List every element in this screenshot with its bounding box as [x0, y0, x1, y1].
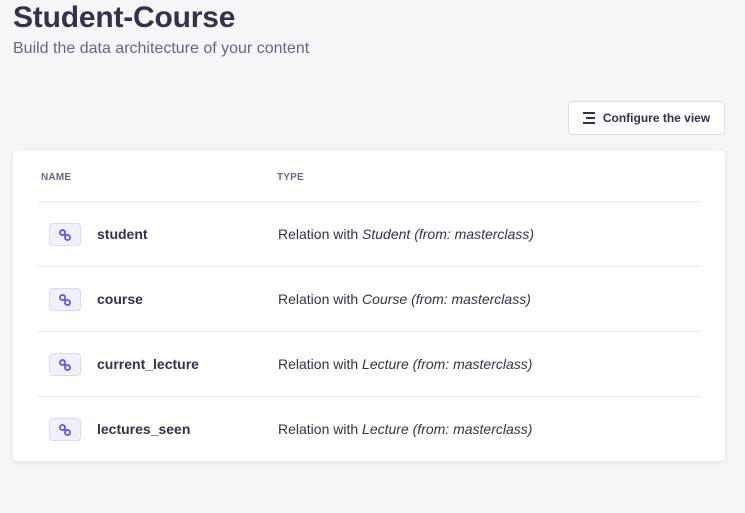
column-header-type: Type — [277, 172, 304, 183]
table-header: Name Type — [37, 151, 701, 202]
relation-link-icon — [49, 223, 81, 246]
field-name: course — [97, 291, 143, 307]
list-settings-icon — [582, 112, 595, 124]
table-row[interactable]: student Relation with Student (from: mas… — [37, 202, 701, 267]
configure-view-label: Configure the view — [602, 111, 711, 125]
configure-view-button[interactable]: Configure the view — [568, 101, 725, 135]
table-row[interactable]: course Relation with Course (from: maste… — [37, 267, 701, 332]
relation-link-icon — [49, 418, 81, 441]
fields-table: Name Type student Relation with Student … — [13, 151, 725, 461]
page-subtitle: Build the data architecture of your cont… — [13, 40, 310, 57]
field-type: Relation with Student (from: masterclass… — [278, 226, 534, 242]
field-type: Relation with Lecture (from: masterclass… — [278, 356, 533, 372]
table-row[interactable]: lectures_seen Relation with Lecture (fro… — [37, 397, 701, 462]
field-type: Relation with Course (from: masterclass) — [278, 291, 531, 307]
relation-link-icon — [49, 288, 81, 311]
field-name: lectures_seen — [97, 421, 191, 437]
field-type: Relation with Lecture (from: masterclass… — [278, 421, 533, 437]
field-name: current_lecture — [97, 356, 199, 372]
page-title: Student-Course — [13, 1, 236, 34]
relation-link-icon — [49, 353, 81, 376]
column-header-name: Name — [41, 172, 72, 183]
table-row[interactable]: current_lecture Relation with Lecture (f… — [37, 332, 701, 397]
field-name: student — [97, 226, 148, 242]
